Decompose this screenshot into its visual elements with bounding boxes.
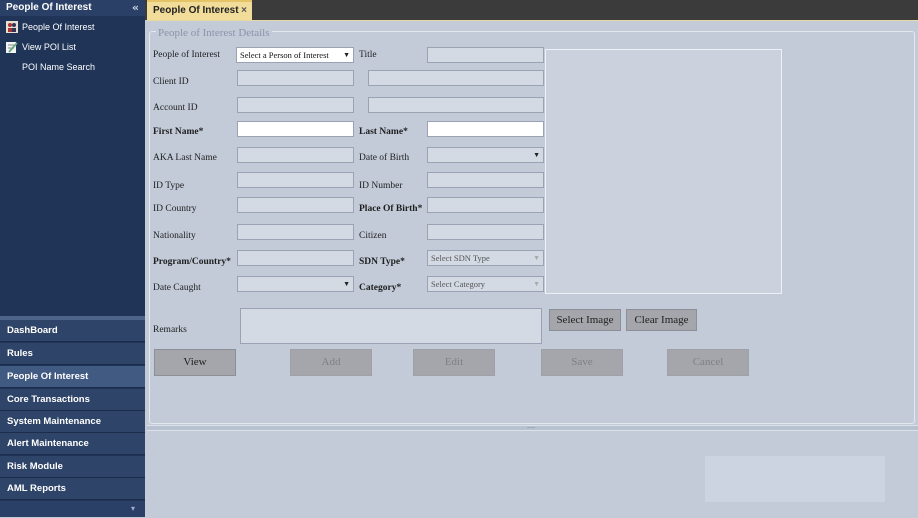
title-field[interactable]	[427, 47, 544, 63]
nationality-label: Nationality	[153, 231, 196, 241]
chevron-down-icon: ▼	[533, 280, 540, 288]
chevron-down-icon: ▼	[343, 280, 350, 288]
nav-dashboard[interactable]: DashBoard	[0, 320, 145, 342]
nav-label: DashBoard	[7, 325, 58, 336]
category-label: Category*	[359, 283, 402, 293]
nav-label: Risk Module	[7, 461, 63, 472]
sidebar-item-people-of-interest[interactable]: People Of Interest	[0, 17, 145, 37]
remarks-label: Remarks	[153, 325, 187, 335]
date-caught-picker[interactable]: ▼	[237, 276, 354, 292]
nav-label: Alert Maintenance	[7, 438, 89, 449]
tab-label: People Of Interest	[153, 5, 239, 16]
citizen-field[interactable]	[427, 224, 544, 240]
nav-people-of-interest[interactable]: People Of Interest	[0, 366, 145, 388]
title-label: Title	[359, 50, 377, 60]
nav-system-maintenance[interactable]: System Maintenance	[0, 411, 145, 433]
client-name-field[interactable]	[368, 70, 544, 86]
nav-core-transactions[interactable]: Core Transactions	[0, 389, 145, 411]
sdn-type-value: Select SDN Type	[431, 253, 490, 263]
account-id-field[interactable]	[237, 97, 354, 113]
sidebar-item-poi-name-search[interactable]: POI Name Search	[0, 57, 145, 77]
nationality-field[interactable]	[237, 224, 354, 240]
chevron-down-icon: ▼	[533, 151, 540, 159]
nav-overflow[interactable]: ▾	[0, 501, 145, 517]
program-country-label: Program/Country*	[153, 257, 231, 267]
clear-image-button[interactable]: Clear Image	[626, 309, 697, 331]
sdn-type-label: SDN Type*	[359, 257, 405, 267]
cancel-button[interactable]: Cancel	[667, 349, 749, 376]
id-country-field[interactable]	[237, 197, 354, 213]
last-name-field[interactable]	[427, 121, 544, 137]
pencil-list-icon	[6, 42, 18, 53]
sidebar-item-view-poi-list[interactable]: View POI List	[0, 37, 145, 57]
collapse-icon[interactable]: «	[132, 0, 139, 16]
nav-label: Rules	[7, 348, 33, 359]
id-number-field[interactable]	[427, 172, 544, 188]
sidebar-item-label: View POI List	[22, 42, 76, 52]
people-icon	[6, 21, 18, 33]
program-country-field[interactable]	[237, 250, 354, 266]
aka-last-name-field[interactable]	[237, 147, 354, 163]
date-of-birth-picker[interactable]: ▼	[427, 147, 544, 163]
account-name-field[interactable]	[368, 97, 544, 113]
date-of-birth-label: Date of Birth	[359, 153, 410, 163]
add-button[interactable]: Add	[290, 349, 372, 376]
person-select-value: Select a Person of Interest	[240, 50, 329, 60]
close-icon[interactable]: ×	[241, 2, 247, 19]
tab-bar	[145, 0, 918, 20]
account-id-label: Account ID	[153, 103, 198, 113]
nav-label: System Maintenance	[7, 416, 101, 427]
status-area	[705, 456, 885, 502]
sidebar-header-title: People Of Interest	[6, 2, 92, 13]
category-value: Select Category	[431, 279, 486, 289]
select-image-button[interactable]: Select Image	[549, 309, 621, 331]
category-select[interactable]: Select Category ▼	[427, 276, 544, 292]
save-button[interactable]: Save	[541, 349, 623, 376]
sdn-type-select[interactable]: Select SDN Type ▼	[427, 250, 544, 266]
aka-last-name-label: AKA Last Name	[153, 153, 217, 163]
id-country-label: ID Country	[153, 204, 197, 214]
id-type-label: ID Type	[153, 181, 185, 191]
id-number-label: ID Number	[359, 181, 403, 191]
nav-rules[interactable]: Rules	[0, 343, 145, 365]
client-id-field[interactable]	[237, 70, 354, 86]
nav-label: Core Transactions	[7, 394, 90, 405]
chevron-down-icon: ▼	[343, 51, 350, 59]
citizen-label: Citizen	[359, 231, 387, 241]
last-name-label: Last Name*	[359, 127, 408, 137]
date-caught-label: Date Caught	[153, 283, 201, 293]
splitter-grip[interactable]: ....	[527, 421, 535, 430]
chevron-down-icon: ▼	[533, 254, 540, 262]
first-name-label: First Name*	[153, 127, 204, 137]
first-name-field[interactable]	[237, 121, 354, 137]
tab-people-of-interest[interactable]: People Of Interest ×	[147, 0, 252, 20]
nav-label: AML Reports	[7, 483, 66, 494]
sidebar-header: People Of Interest «	[0, 0, 145, 16]
nav-alert-maintenance[interactable]: Alert Maintenance	[0, 433, 145, 455]
edit-button[interactable]: Edit	[413, 349, 495, 376]
nav-aml-reports[interactable]: AML Reports	[0, 478, 145, 500]
view-button[interactable]: View	[154, 349, 236, 376]
person-of-interest-label: People of Interest	[153, 50, 221, 60]
sidebar-item-label: People Of Interest	[22, 22, 95, 32]
remarks-textarea[interactable]	[240, 308, 542, 344]
client-id-label: Client ID	[153, 77, 189, 87]
place-of-birth-field[interactable]	[427, 197, 544, 213]
sidebar-item-label: POI Name Search	[22, 62, 96, 72]
nav-risk-module[interactable]: Risk Module	[0, 456, 145, 478]
group-title: People of Interest Details	[156, 27, 272, 39]
place-of-birth-label: Place Of Birth*	[359, 204, 423, 214]
id-type-field[interactable]	[237, 172, 354, 188]
photo-preview	[545, 49, 782, 294]
chevron-down-icon[interactable]: ▾	[131, 504, 135, 513]
nav-label: People Of Interest	[7, 371, 89, 382]
person-of-interest-select[interactable]: Select a Person of Interest ▼	[236, 47, 354, 63]
